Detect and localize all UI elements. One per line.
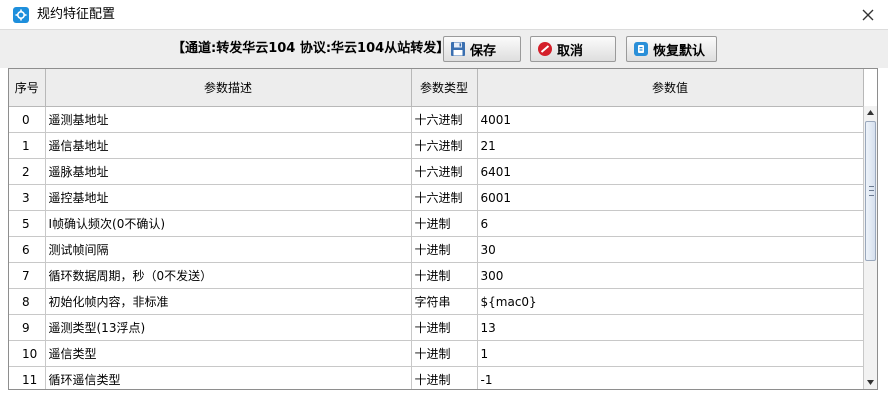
cell-value[interactable]: 4001 (477, 106, 864, 133)
table-row[interactable]: 0 遥测基地址 十六进制 4001 (9, 106, 864, 133)
toolbar: 【通道:转发华云104 协议:华云104从站转发】 保存 取消 恢复默认 (0, 30, 888, 68)
cell-type: 十进制 (411, 262, 478, 289)
cell-type: 十进制 (411, 366, 478, 389)
table-row[interactable]: 6 测试帧间隔 十进制 30 (9, 236, 864, 263)
table-row[interactable]: 8 初始化帧内容，非标准 字符串 ${mac0} (9, 288, 864, 315)
table-row[interactable]: 2 遥脉基地址 十六进制 6401 (9, 158, 864, 185)
table-row[interactable]: 11 循环遥信类型 十进制 -1 (9, 366, 864, 389)
close-button[interactable] (856, 3, 880, 27)
header-type[interactable]: 参数类型 (411, 69, 478, 107)
cell-type: 十进制 (411, 236, 478, 263)
restore-default-label: 恢复默认 (653, 43, 706, 59)
cell-value[interactable]: 13 (477, 314, 864, 341)
cell-description: I帧确认频次(0不确认) (45, 210, 412, 237)
table-row[interactable]: 3 遥控基地址 十六进制 6001 (9, 184, 864, 211)
cell-index: 3 (9, 184, 46, 211)
cell-description: 遥信基地址 (45, 132, 412, 159)
cell-type: 十进制 (411, 210, 478, 237)
cell-index: 10 (9, 340, 46, 367)
header-description[interactable]: 参数描述 (45, 69, 412, 107)
cell-type: 字符串 (411, 288, 478, 315)
cell-type: 十六进制 (411, 184, 478, 211)
restore-icon (633, 41, 649, 57)
cell-value[interactable]: 300 (477, 262, 864, 289)
cell-value[interactable]: 21 (477, 132, 864, 159)
cell-type: 十六进制 (411, 132, 478, 159)
cell-description: 遥控基地址 (45, 184, 412, 211)
table-row[interactable]: 7 循环数据周期，秒（0不发送） 十进制 300 (9, 262, 864, 289)
table-row[interactable]: 1 遥信基地址 十六进制 21 (9, 132, 864, 159)
save-label: 保存 (470, 43, 497, 59)
cell-index: 2 (9, 158, 46, 185)
channel-protocol-label: 【通道:转发华云104 协议:华云104从站转发】 (172, 41, 450, 56)
cell-description: 遥测类型(13浮点) (45, 314, 412, 341)
cell-value[interactable]: -1 (477, 366, 864, 389)
cell-type: 十进制 (411, 314, 478, 341)
cell-value[interactable]: ${mac0} (477, 288, 864, 315)
cancel-label: 取消 (557, 43, 584, 59)
cell-type: 十进制 (411, 340, 478, 367)
cancel-icon (537, 41, 553, 57)
cell-index: 5 (9, 210, 46, 237)
scroll-up-arrow-icon[interactable] (864, 106, 877, 119)
restore-default-button[interactable]: 恢复默认 (626, 36, 717, 62)
cell-index: 11 (9, 366, 46, 389)
header-value[interactable]: 参数值 (477, 69, 864, 107)
cell-value[interactable]: 1 (477, 340, 864, 367)
cell-index: 1 (9, 132, 46, 159)
window-title: 规约特征配置 (37, 7, 116, 22)
parameter-table: 序号 参数描述 参数类型 参数值 0 遥测基地址 十六进制 4001 1 遥信基… (8, 68, 878, 390)
close-icon (862, 9, 874, 21)
grip-icon (869, 186, 874, 196)
cell-index: 6 (9, 236, 46, 263)
scroll-down-arrow-icon[interactable] (864, 376, 877, 389)
cell-description: 遥测基地址 (45, 106, 412, 133)
cell-description: 遥信类型 (45, 340, 412, 367)
table-row[interactable]: 5 I帧确认频次(0不确认) 十进制 6 (9, 210, 864, 237)
cell-description: 遥脉基地址 (45, 158, 412, 185)
cell-value[interactable]: 6401 (477, 158, 864, 185)
cell-value[interactable]: 6 (477, 210, 864, 237)
cell-description: 循环数据周期，秒（0不发送） (45, 262, 412, 289)
table-row[interactable]: 10 遥信类型 十进制 1 (9, 340, 864, 367)
cell-description: 测试帧间隔 (45, 236, 412, 263)
cell-index: 9 (9, 314, 46, 341)
table-header-row: 序号 参数描述 参数类型 参数值 (9, 69, 864, 107)
table-row[interactable]: 9 遥测类型(13浮点) 十进制 13 (9, 314, 864, 341)
cell-type: 十六进制 (411, 158, 478, 185)
settings-gear-icon (13, 7, 29, 23)
cell-index: 7 (9, 262, 46, 289)
cell-value[interactable]: 6001 (477, 184, 864, 211)
cell-type: 十六进制 (411, 106, 478, 133)
title-bar: 规约特征配置 (0, 0, 888, 30)
cell-value[interactable]: 30 (477, 236, 864, 263)
cell-description: 循环遥信类型 (45, 366, 412, 389)
header-index[interactable]: 序号 (9, 69, 46, 107)
vertical-scrollbar[interactable] (863, 106, 877, 389)
scrollbar-thumb[interactable] (865, 121, 876, 261)
cancel-button[interactable]: 取消 (530, 36, 616, 62)
cell-description: 初始化帧内容，非标准 (45, 288, 412, 315)
save-button[interactable]: 保存 (443, 36, 521, 62)
floppy-disk-icon (450, 41, 466, 57)
cell-index: 0 (9, 106, 46, 133)
cell-index: 8 (9, 288, 46, 315)
